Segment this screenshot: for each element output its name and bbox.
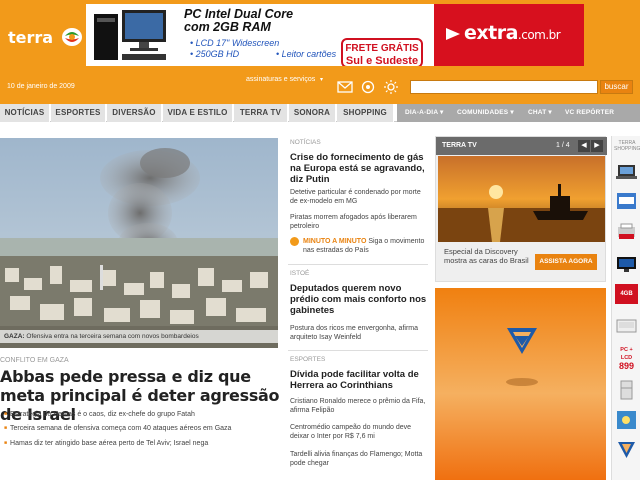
- weather-icon[interactable]: [383, 80, 399, 94]
- main-bullet-link[interactable]: Terceira semana de ofensiva começa com 4…: [4, 425, 231, 432]
- notebook-icon[interactable]: [615, 316, 638, 336]
- laptop-icon[interactable]: [615, 162, 638, 182]
- photo-caption: GAZA: Ofensiva entra na terceira semana …: [0, 330, 278, 343]
- next-arrow-icon[interactable]: ▶: [591, 140, 603, 152]
- nav-sub-label: COMUNIDADES: [457, 109, 509, 116]
- price-value: 899: [618, 361, 635, 371]
- printer-icon[interactable]: [615, 222, 638, 242]
- nav-sub-chat[interactable]: CHAT ▾: [528, 104, 552, 122]
- nav-item-sonora[interactable]: SONORA: [289, 104, 336, 122]
- search-input[interactable]: [410, 80, 598, 94]
- free-shipping-region: Sul e Sudeste: [345, 55, 419, 66]
- header: terra PC Intel Dual Core com 2GB RAM • L…: [0, 0, 640, 104]
- terra-tv-widget: TERRA TV 1 / 4 ◀ ▶ Especial da Discovery…: [435, 136, 607, 282]
- banner-title: PC Intel Dual Core com 2GB RAM: [184, 8, 354, 34]
- sidebar-ad[interactable]: [435, 288, 606, 480]
- divider: [288, 350, 428, 351]
- tv-counter: 1 / 4: [556, 142, 570, 149]
- divider: [288, 264, 428, 265]
- news-kicker[interactable]: NOTÍCIAS: [290, 139, 321, 146]
- extra-brand-domain: .com.br: [517, 28, 561, 42]
- main-nav: NOTÍCIAS ESPORTES DIVERSÃO VIDA E ESTILO…: [0, 104, 640, 122]
- terra-logo-icon: [62, 28, 82, 46]
- news-headline[interactable]: Crise do fornecimento de gás na Europa e…: [290, 152, 428, 185]
- tv-label[interactable]: TERRA TV: [442, 142, 477, 149]
- watch-now-button[interactable]: ASSISTA AGORA: [535, 254, 597, 270]
- tv-description[interactable]: Especial da Discovery mostra as caras do…: [444, 247, 534, 265]
- messenger-icon[interactable]: [360, 80, 376, 94]
- free-shipping-label: FRETE GRÁTIS: [345, 43, 419, 54]
- main-kicker[interactable]: CONFLITO EM GAZA: [0, 357, 69, 364]
- sports-kicker[interactable]: ESPORTES: [290, 356, 325, 363]
- mail-icon[interactable]: [337, 80, 353, 94]
- nav-sub-label: DIA-A-DIA: [405, 109, 438, 116]
- banner-title-line2: com 2GB RAM: [184, 20, 271, 34]
- nav-sub-comunidades[interactable]: COMUNIDADES ▾: [457, 104, 514, 122]
- services-link[interactable]: assinaturas e serviços: [246, 76, 315, 83]
- shopping-strip: TERRA SHOPPING 4GB PC + LCD 899: [611, 136, 640, 480]
- istoe-kicker[interactable]: ISTOÉ: [290, 270, 309, 277]
- nav-item-diversao[interactable]: DIVERSÃO: [107, 104, 162, 122]
- pc-icon: [94, 10, 166, 60]
- main-bullet-link[interactable]: Estratégia do Hamas é o caos, diz ex-che…: [4, 411, 195, 418]
- nav-sub-vc-reporter[interactable]: VC REPÓRTER: [565, 104, 614, 122]
- nav-sub-dia-a-dia[interactable]: DIA-A-DIA ▾: [405, 104, 443, 122]
- minute-by-minute-link[interactable]: MINUTO A MINUTO Siga o movimento nas est…: [303, 237, 428, 255]
- fridge-icon[interactable]: [615, 380, 638, 400]
- news-item[interactable]: Detetive particular é condenado por mort…: [290, 188, 428, 206]
- extra-brand-panel[interactable]: extra.com.br: [434, 4, 584, 66]
- tv-screen-icon[interactable]: [615, 254, 638, 274]
- extra-brand-text: extra.com.br: [464, 22, 561, 44]
- logo-text: terra: [8, 28, 54, 47]
- clock-icon: [290, 237, 299, 246]
- banner-spec: • 250GB HD: [190, 49, 240, 59]
- caption-text: Ofensiva entra na terceira semana com no…: [24, 333, 199, 340]
- banner-ad[interactable]: PC Intel Dual Core com 2GB RAM • LCD 17"…: [86, 4, 584, 66]
- nav-sub-label: CHAT: [528, 109, 547, 116]
- pc-lcd-price-ad[interactable]: PC + LCD 899: [615, 346, 638, 372]
- minute-label: MINUTO A MINUTO: [303, 238, 367, 245]
- tv-video-thumbnail[interactable]: [438, 156, 605, 242]
- shopping-label[interactable]: TERRA SHOPPING: [614, 140, 640, 152]
- current-date: 10 de janeiro de 2009: [7, 83, 75, 90]
- extra-logo-icon: [446, 28, 460, 40]
- triangle-logo-icon[interactable]: [615, 440, 638, 460]
- sports-item[interactable]: Centromédio campeão do mundo deve deixar…: [290, 423, 428, 441]
- banner-spec: • LCD 17" Widescreen: [190, 38, 280, 48]
- nav-item-esportes[interactable]: ESPORTES: [51, 104, 106, 122]
- chevron-down-icon[interactable]: ▾: [320, 76, 323, 83]
- memory-4gb-ad[interactable]: 4GB: [615, 284, 638, 304]
- free-shipping-badge: FRETE GRÁTIS Sul e Sudeste: [341, 38, 423, 66]
- main-bullet-link[interactable]: Hamas diz ter atingido base aérea perto …: [4, 440, 208, 447]
- istoe-headline[interactable]: Deputados querem novo prédio com mais co…: [290, 283, 428, 316]
- price-text: PC + LCD: [620, 347, 633, 361]
- sports-item[interactable]: Tardelli alivia finanças do Flamengo; Mo…: [290, 450, 428, 468]
- nav-item-terra-tv[interactable]: TERRA TV: [234, 104, 288, 122]
- bird-toy-icon[interactable]: [615, 410, 638, 430]
- nav-item-vida-estilo[interactable]: VIDA E ESTILO: [163, 104, 233, 122]
- search-button[interactable]: buscar: [600, 80, 633, 94]
- terra-logo[interactable]: terra: [8, 26, 88, 48]
- caption-place: GAZA:: [4, 333, 25, 340]
- sub-nav: DIA-A-DIA ▾ COMUNIDADES ▾ CHAT ▾ VC REPÓ…: [397, 104, 640, 122]
- sale-tag-icon[interactable]: [615, 191, 638, 211]
- sports-item[interactable]: Cristiano Ronaldo merece o prêmio da Fif…: [290, 397, 428, 415]
- nav-item-noticias[interactable]: NOTÍCIAS: [0, 104, 50, 122]
- news-item[interactable]: Piratas morrem afogados após liberarem p…: [290, 213, 428, 231]
- gaza-photo[interactable]: [0, 138, 278, 348]
- sports-headline[interactable]: Dívida pode facilitar volta de Herrera a…: [290, 369, 428, 391]
- prev-arrow-icon[interactable]: ◀: [578, 140, 590, 152]
- extra-brand-name: extra: [464, 22, 518, 44]
- banner-spec: • Leitor cartões: [276, 49, 337, 59]
- tv-header: TERRA TV 1 / 4 ◀ ▶: [436, 137, 607, 155]
- nav-item-shopping[interactable]: SHOPPING: [337, 104, 394, 122]
- istoe-item[interactable]: Postura dos ricos me envergonha, afirma …: [290, 324, 428, 342]
